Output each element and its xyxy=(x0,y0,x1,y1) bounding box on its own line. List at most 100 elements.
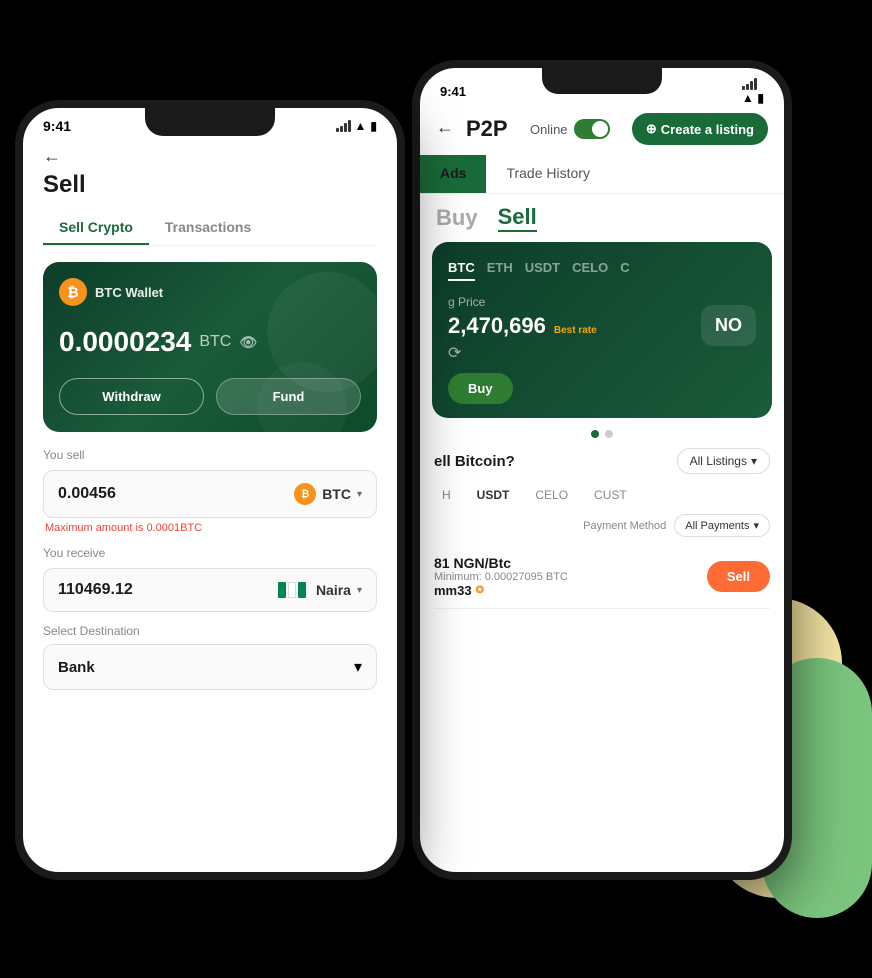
sell-pill-button[interactable]: Sell xyxy=(707,561,770,592)
time-back: 9:41 xyxy=(440,84,466,99)
sell-bitcoin-section: ell Bitcoin? All Listings ▾ H USDT CELO … xyxy=(420,448,784,609)
btc-icon: ₿ xyxy=(59,278,87,306)
dot-1 xyxy=(591,430,599,438)
crypto-tab-more[interactable]: C xyxy=(620,256,629,281)
crypto-tab-celo[interactable]: CELO xyxy=(572,256,608,281)
best-rate-badge: Best rate xyxy=(554,325,597,336)
sell-header: ← Sell Sell Crypto Transactions xyxy=(23,138,397,246)
wallet-balance: 0.0000234 BTC 👁 xyxy=(59,326,361,358)
dot-2 xyxy=(605,430,613,438)
online-switch[interactable] xyxy=(574,119,610,139)
tab-transactions[interactable]: Transactions xyxy=(149,211,267,245)
all-listings-label: All Listings xyxy=(690,454,747,468)
crypto-tab-eth[interactable]: ETH xyxy=(487,256,513,281)
listing-row: 81 NGN/Btc Minimum: 0.00027095 BTC mm33 … xyxy=(434,545,770,609)
listing-info: 81 NGN/Btc Minimum: 0.00027095 BTC mm33 … xyxy=(434,555,707,598)
crypto-card-right: NO xyxy=(701,295,756,404)
chevron-down-receive-icon: ▾ xyxy=(357,585,362,596)
p2p-tabs: Ads Trade History xyxy=(420,155,784,194)
no-listing-card: NO xyxy=(701,305,756,346)
wifi-icon: ▲ xyxy=(742,91,754,105)
nigeria-flag-icon xyxy=(278,582,306,598)
bank-label: Bank xyxy=(58,659,95,676)
receive-currency-selector[interactable]: Naira ▾ xyxy=(278,582,362,598)
all-payments-label: All Payments xyxy=(685,520,749,532)
buy-sell-row: Buy Sell xyxy=(420,194,784,242)
sell-input-row[interactable]: 0.00456 ₿ BTC ▾ xyxy=(43,470,377,518)
eye-icon[interactable]: 👁 xyxy=(239,334,257,351)
sell-phone: 9:41 ▲ ▮ ← Sell Sell Crypto Transactions xyxy=(15,100,405,880)
create-listing-button[interactable]: ⊕ Create a listing xyxy=(632,113,768,145)
tab-sell-crypto[interactable]: Sell Crypto xyxy=(43,211,149,245)
fund-button[interactable]: Fund xyxy=(216,378,361,415)
back-arrow-p2p[interactable]: ← xyxy=(436,117,454,138)
online-toggle: Online xyxy=(530,119,610,139)
back-arrow-sell[interactable]: ← xyxy=(43,146,377,167)
listing-price: 81 NGN/Btc xyxy=(434,555,707,571)
sell-screen: ← Sell Sell Crypto Transactions ₿ BTC Wa… xyxy=(23,138,397,862)
you-sell-label: You sell xyxy=(43,448,377,462)
sell-value: 0.00456 xyxy=(58,485,294,503)
filter-tab-cust[interactable]: CUST xyxy=(586,484,635,506)
toggle-knob xyxy=(592,121,608,137)
refresh-icon[interactable]: ⟳ xyxy=(448,345,461,362)
you-sell-section: You sell 0.00456 ₿ BTC ▾ Maximum amount … xyxy=(23,448,397,690)
sell-title: Sell xyxy=(43,171,377,199)
withdraw-button[interactable]: Withdraw xyxy=(59,378,204,415)
filter-tab-usdt[interactable]: USDT xyxy=(469,484,518,506)
filter-tab-celo[interactable]: CELO xyxy=(527,484,576,506)
p2p-title: P2P xyxy=(466,116,508,142)
destination-label: Select Destination xyxy=(43,624,377,638)
signal-icon-front xyxy=(336,120,351,132)
p2p-header: ← P2P Online ⊕ Create a listing xyxy=(420,109,784,155)
btc-mini-icon: ₿ xyxy=(294,483,316,505)
min-label: Minimum: 0.00027095 BTC xyxy=(434,571,568,583)
create-listing-label: Create a listing xyxy=(661,122,754,137)
all-listings-button[interactable]: All Listings ▾ xyxy=(677,448,770,474)
crypto-tab-btc[interactable]: BTC xyxy=(448,256,475,281)
sell-button[interactable]: Sell xyxy=(498,204,537,232)
online-label: Online xyxy=(530,122,568,137)
crypto-tab-usdt[interactable]: USDT xyxy=(525,256,560,281)
receive-currency-name: Naira xyxy=(316,582,351,598)
crypto-card-left: g Price 2,470,696 Best rate ⟳ Buy xyxy=(448,295,597,404)
card-buy-button[interactable]: Buy xyxy=(448,373,513,404)
payment-method-label: Payment Method xyxy=(583,520,666,532)
listing-meta: Minimum: 0.00027095 BTC xyxy=(434,571,707,583)
buy-button[interactable]: Buy xyxy=(436,205,478,231)
verified-icon: ✪ xyxy=(476,585,484,596)
filter-tab-h[interactable]: H xyxy=(434,484,459,506)
refresh-row: ⟳ xyxy=(448,343,597,363)
carousel-dots xyxy=(420,430,784,438)
notch-front xyxy=(145,108,275,136)
listing-price-label: g Price xyxy=(448,295,597,309)
listing-user: mm33 ✪ xyxy=(434,583,707,598)
receive-input-row[interactable]: 110469.12 Naira ▾ xyxy=(43,568,377,612)
chevron-down-sell-icon: ▾ xyxy=(357,489,362,500)
status-icons-back: ▲ ▮ xyxy=(742,78,764,105)
wallet-currency: BTC xyxy=(199,333,231,351)
wallet-card: ₿ BTC Wallet 0.0000234 BTC 👁 Withdraw Fu… xyxy=(43,262,377,432)
wallet-name: BTC Wallet xyxy=(95,285,163,300)
wallet-actions: Withdraw Fund xyxy=(59,378,361,415)
sell-bitcoin-title: ell Bitcoin? xyxy=(434,453,515,470)
tab-ads[interactable]: Ads xyxy=(420,155,486,193)
bank-select[interactable]: Bank ▾ xyxy=(43,644,377,690)
tab-trade-history[interactable]: Trade History xyxy=(486,155,610,193)
plus-icon: ⊕ xyxy=(646,121,657,137)
payment-method-row: Payment Method All Payments ▾ xyxy=(434,514,770,537)
notch-back xyxy=(542,68,662,94)
chevron-down-bank-icon: ▾ xyxy=(354,657,362,677)
all-payments-dropdown[interactable]: All Payments ▾ xyxy=(674,514,770,537)
battery-icon: ▮ xyxy=(757,91,764,105)
crypto-card: BTC ETH USDT CELO C g Price 2,470,696 Be… xyxy=(432,242,772,418)
chevron-down-payments-icon: ▾ xyxy=(753,519,759,532)
status-icons-front: ▲ ▮ xyxy=(336,119,378,133)
p2p-phone: 9:41 ▲ ▮ ← P2P Online ⊕ Create a listing xyxy=(412,60,792,880)
sell-currency-selector[interactable]: ₿ BTC ▾ xyxy=(294,483,362,505)
crypto-card-content: g Price 2,470,696 Best rate ⟳ Buy NO xyxy=(448,295,756,404)
you-receive-label: You receive xyxy=(43,546,377,560)
listing-price-value: 2,470,696 Best rate xyxy=(448,313,597,339)
chevron-down-icon: ▾ xyxy=(751,454,757,468)
wifi-icon-front: ▲ xyxy=(355,119,367,133)
